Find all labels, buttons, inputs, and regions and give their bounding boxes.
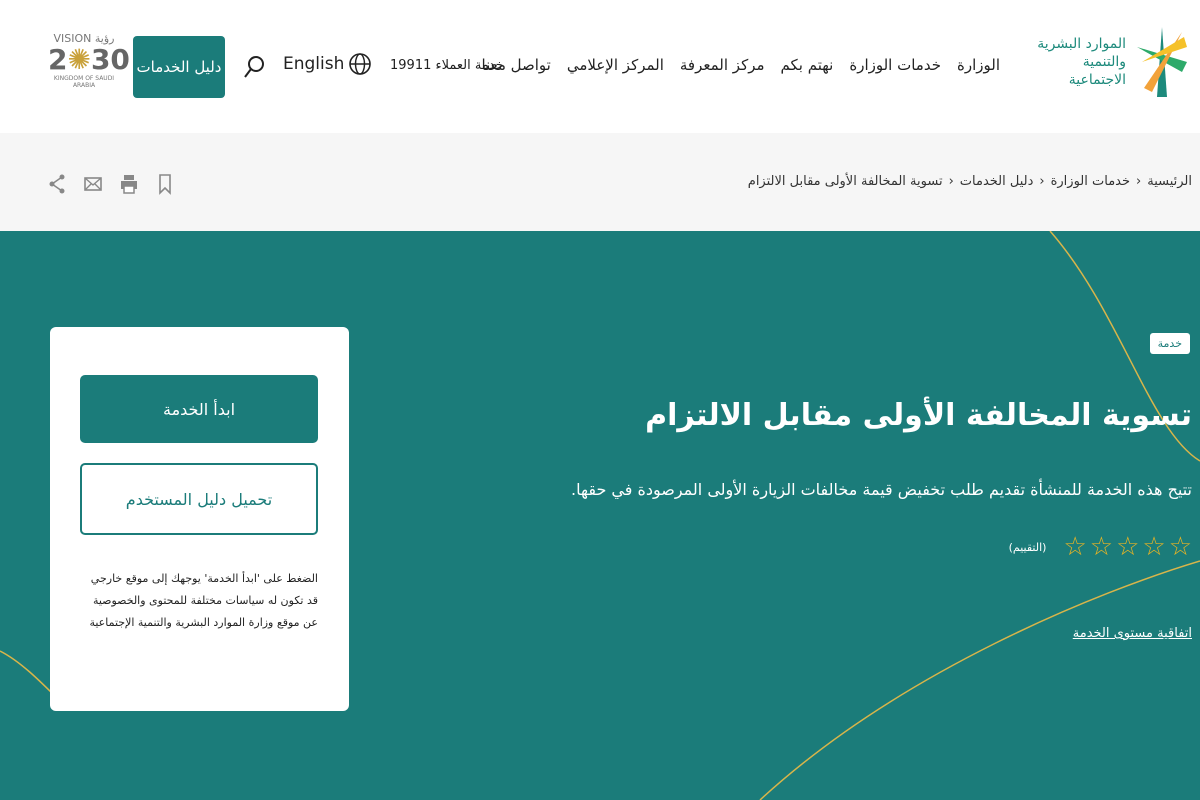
- star-icon[interactable]: ☆: [1142, 532, 1165, 562]
- chevron-icon: ‹: [948, 174, 954, 189]
- service-action-card: ابدأ الخدمة تحميل دليل المستخدم الضغط عل…: [50, 327, 349, 711]
- ministry-name: الموارد البشرية والتنمية الاجتماعية: [1037, 36, 1126, 88]
- nav-services[interactable]: خدمات الوزارة: [849, 56, 941, 74]
- star-icon[interactable]: ☆: [1169, 532, 1192, 562]
- start-service-button[interactable]: ابدأ الخدمة: [80, 375, 318, 443]
- nav-care[interactable]: نهتم بكم: [781, 56, 834, 74]
- main-nav: الوزارة خدمات الوزارة نهتم بكم مركز المع…: [482, 56, 1000, 74]
- search-icon[interactable]: [242, 54, 266, 80]
- chevron-icon: ‹: [1039, 174, 1045, 189]
- service-badge: خدمة: [1149, 333, 1190, 354]
- ministry-star-icon: [1137, 27, 1187, 97]
- language-switch[interactable]: English: [283, 52, 372, 76]
- service-description: تتيح هذه الخدمة للمنشأة تقديم طلب تخفيض …: [571, 480, 1192, 499]
- bookmark-icon[interactable]: [156, 173, 174, 195]
- page-tools: [48, 173, 174, 195]
- services-guide-button[interactable]: دليل الخدمات: [133, 36, 225, 98]
- external-site-note: الضغط على 'ابدأ الخدمة' يوجهك إلى موقع خ…: [89, 572, 318, 629]
- ministry-logo[interactable]: الموارد البشرية والتنمية الاجتماعية: [1026, 22, 1192, 102]
- print-icon[interactable]: [120, 173, 138, 195]
- breadcrumb: الرئيسية ‹ خدمات الوزارة ‹ دليل الخدمات ‹ ت…: [748, 174, 1192, 189]
- star-icon[interactable]: ☆: [1090, 532, 1113, 562]
- rating-stars[interactable]: ☆ ☆ ☆ ☆ ☆ (التقييم): [1009, 532, 1192, 562]
- breadcrumb-current: تسوية المخالفة الأولى مقابل الالتزام: [747, 174, 943, 189]
- service-title: تسوية المخالفة الأولى مقابل الالتزام: [645, 398, 1192, 433]
- nav-knowledge[interactable]: مركز المعرفة: [680, 56, 765, 74]
- download-user-guide-button[interactable]: تحميل دليل المستخدم: [80, 463, 318, 535]
- star-icon[interactable]: ☆: [1116, 532, 1139, 562]
- share-icon[interactable]: [48, 173, 66, 195]
- language-label: English: [283, 54, 345, 74]
- vision-2030-logo: VISION رؤية 2✺30 KINGDOM OF SAUDI ARABIA: [48, 32, 130, 89]
- chevron-icon: ‹: [1136, 174, 1142, 189]
- sla-link[interactable]: اتفاقية مستوى الخدمة: [1073, 626, 1192, 641]
- breadcrumb-services[interactable]: خدمات الوزارة: [1051, 174, 1130, 189]
- email-icon[interactable]: [84, 173, 102, 195]
- breadcrumb-guide[interactable]: دليل الخدمات: [960, 174, 1034, 189]
- star-icon[interactable]: ☆: [1063, 532, 1086, 562]
- nav-ministry[interactable]: الوزارة: [957, 56, 1000, 74]
- globe-icon: [349, 53, 372, 75]
- rating-label: (التقييم): [1008, 540, 1047, 554]
- customer-service-hotline[interactable]: خدمة العملاء 19911: [390, 58, 504, 73]
- header: الموارد البشرية والتنمية الاجتماعية الوز…: [0, 0, 1200, 133]
- breadcrumb-home[interactable]: الرئيسية: [1147, 174, 1192, 189]
- nav-media[interactable]: المركز الإعلامي: [567, 56, 664, 74]
